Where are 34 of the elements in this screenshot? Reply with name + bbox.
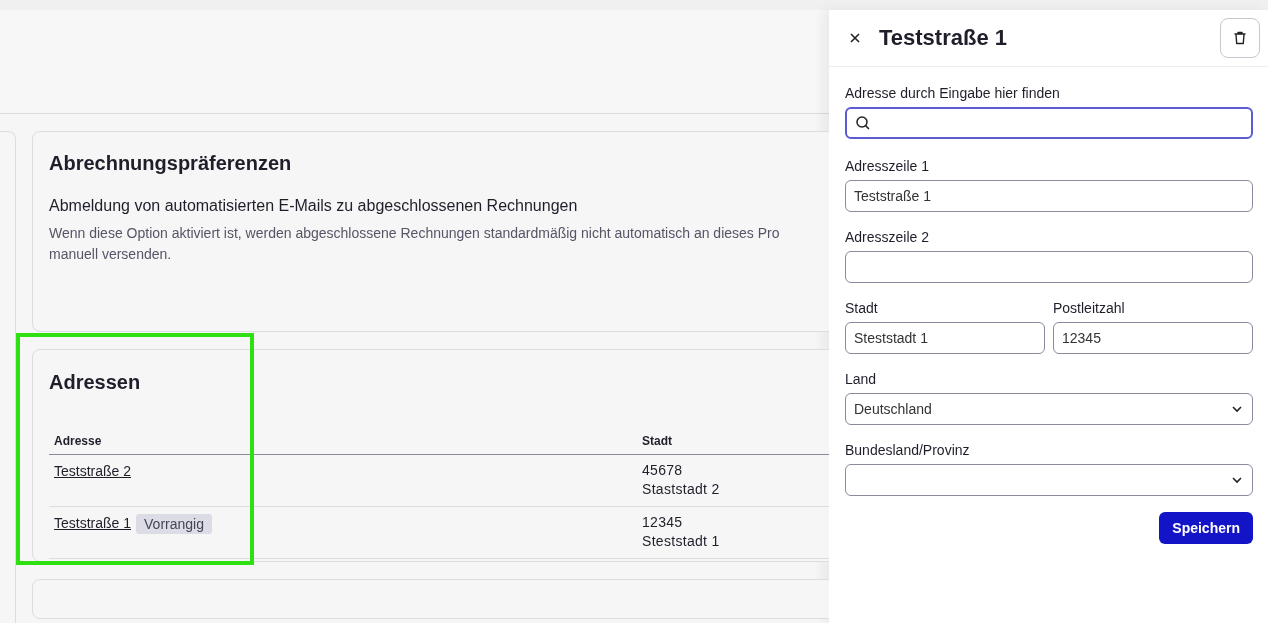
field-label: Stadt: [845, 300, 879, 316]
address-link[interactable]: Teststraße 1: [54, 514, 132, 531]
search-icon: [855, 115, 871, 131]
field-label: Adresszeile 2: [845, 229, 931, 245]
option-title: Abmeldung von automatisierten E-Mails zu abgeschlossenen Rechnungen: [49, 197, 579, 215]
close-icon: [849, 32, 861, 44]
field-label: Bundesland/Provinz: [845, 442, 971, 458]
field-label: Land: [845, 371, 878, 387]
input-field[interactable]: Steststadt 1: [845, 322, 1045, 354]
section-title: Adressen: [49, 371, 142, 394]
select-field[interactable]: Deutschland: [845, 393, 1253, 425]
input-field[interactable]: Teststraße 1: [845, 180, 1253, 212]
column-header: Stadt: [642, 434, 672, 448]
delete-button[interactable]: [1220, 18, 1260, 58]
input-field[interactable]: [845, 251, 1253, 283]
field-label: Adresszeile 1: [845, 158, 931, 174]
column-header: Adresse: [53, 434, 103, 448]
postal-code: 12345: [642, 514, 684, 530]
field-label: Postleitzahl: [1053, 300, 1126, 316]
city-name: Staststadt 2: [642, 481, 720, 497]
save-button[interactable]: Speichern: [1159, 512, 1253, 544]
select-field[interactable]: [845, 464, 1253, 496]
section-title: Abrechnungspräferenzen: [49, 152, 293, 175]
input-field[interactable]: 12345: [1053, 322, 1253, 354]
city-name: Steststadt 1: [642, 533, 720, 549]
option-description: manuell versenden.: [49, 245, 172, 264]
search-field[interactable]: [845, 107, 1253, 139]
address-link[interactable]: Teststraße 2: [54, 462, 132, 479]
option-description: Wenn diese Option aktiviert ist, werden abgeschlossene Rechnungen standardmäßig nicht automatisch an dieses Pro: [49, 224, 780, 243]
postal-code: 45678: [642, 462, 684, 478]
panel-title: Teststraße 1: [879, 25, 1008, 51]
field-label: Adresse durch Eingabe hier finden: [845, 85, 1061, 101]
trash-icon: [1232, 30, 1248, 46]
primary-badge: Vorrangig: [136, 514, 212, 534]
